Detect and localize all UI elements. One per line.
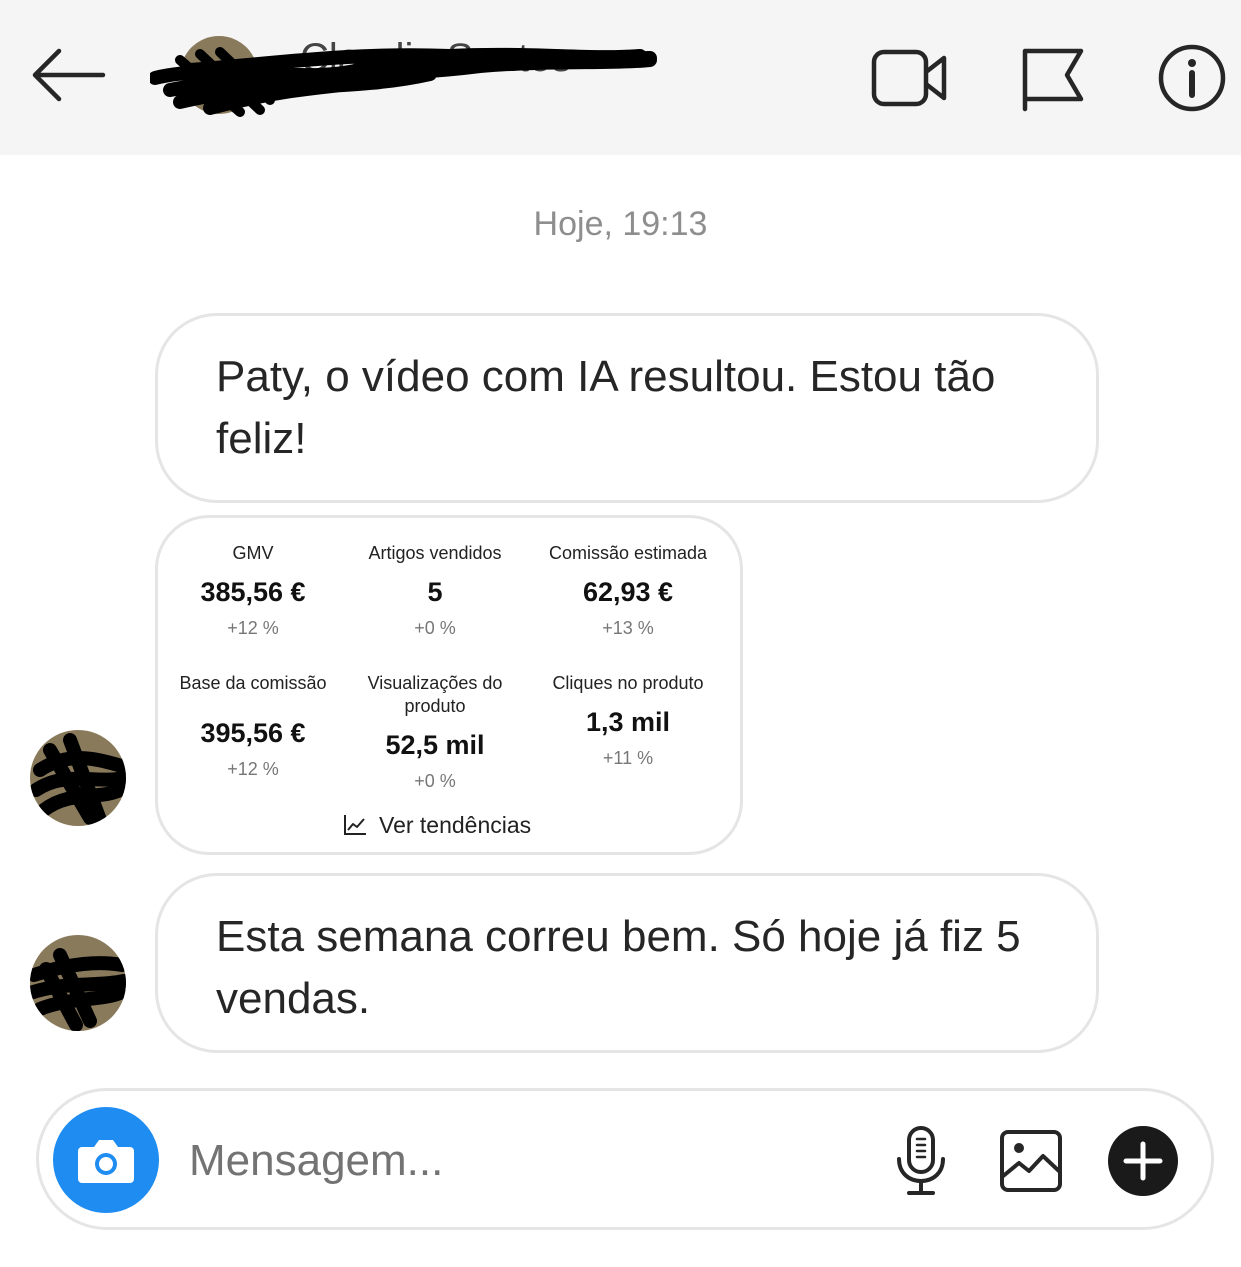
message-input[interactable]: [189, 1127, 849, 1195]
message-text: Paty, o vídeo com IA resultou. Estou tão…: [216, 352, 996, 463]
report-flag-button[interactable]: [1010, 38, 1090, 118]
contact-name: Claudia Santos: [300, 36, 572, 80]
camera-button[interactable]: [53, 1107, 159, 1213]
stat-label: GMV: [232, 543, 274, 563]
info-button[interactable]: [1152, 38, 1232, 118]
view-trends-label: Ver tendências: [379, 811, 532, 838]
message-composer: [36, 1088, 1214, 1230]
stat-commission-base: Base da comissão 395,56 € +12 %: [156, 672, 350, 780]
stat-value: 395,56 €: [200, 718, 306, 748]
back-button[interactable]: [22, 40, 112, 110]
stat-product-clicks: Cliques no produto 1,3 mil +11 %: [528, 672, 728, 769]
message-text: Esta semana correu bem. Só hoje já fiz 5…: [216, 912, 1021, 1023]
video-call-icon: [871, 49, 947, 107]
message-bubble[interactable]: Paty, o vídeo com IA resultou. Estou tão…: [155, 313, 1099, 503]
stat-delta: +12 %: [227, 759, 279, 779]
stat-delta: +12 %: [227, 618, 279, 638]
stat-product-views: Visualizações do produto 52,5 mil +0 %: [340, 672, 530, 792]
back-arrow-icon: [32, 48, 106, 102]
stat-delta: +11 %: [602, 748, 654, 768]
microphone-icon: [897, 1126, 945, 1195]
stat-value: 5: [427, 577, 443, 607]
contact-avatar: [180, 36, 258, 114]
stat-label: Visualizações do produto: [367, 673, 503, 716]
camera-icon: [78, 1140, 134, 1183]
stat-label: Artigos vendidos: [368, 543, 502, 563]
stat-label: Comissão estimada: [548, 543, 708, 563]
redaction-scribble: [30, 948, 126, 1031]
video-call-button[interactable]: [870, 38, 950, 118]
chat-header: Claudia Santos: [0, 0, 1241, 155]
gallery-button[interactable]: [991, 1121, 1071, 1201]
trend-chart-icon: [344, 815, 366, 835]
sender-avatar[interactable]: [30, 730, 126, 826]
stat-value: 1,3 mil: [585, 707, 671, 737]
message-bubble[interactable]: Esta semana correu bem. Só hoje já fiz 5…: [155, 873, 1099, 1053]
image-icon: [1000, 1130, 1062, 1192]
stat-delta: +13 %: [602, 618, 654, 638]
stat-delta: +0 %: [414, 618, 456, 638]
stat-label: Base da comissão: [179, 673, 327, 693]
stats-card-message[interactable]: GMV 385,56 € +12 % Artigos vendidos 5 +0…: [155, 515, 743, 855]
stat-value: 52,5 mil: [385, 730, 485, 760]
view-trends-link[interactable]: Ver tendências: [343, 810, 531, 840]
info-icon: [1158, 44, 1226, 112]
more-options-button[interactable]: [1103, 1121, 1183, 1201]
stat-estimated-commission: Comissão estimada 62,93 € +13 %: [528, 542, 728, 639]
stat-value: 62,93 €: [582, 577, 674, 607]
stat-delta: +0 %: [414, 771, 456, 791]
message-timestamp: Hoje, 19:13: [533, 205, 708, 243]
stat-value: 385,56 €: [200, 577, 306, 607]
voice-message-button[interactable]: [881, 1121, 961, 1201]
sender-avatar[interactable]: [30, 935, 126, 1031]
stat-label: Cliques no produto: [552, 673, 704, 693]
plus-icon: [1108, 1126, 1178, 1196]
redaction-scribble: [30, 733, 126, 826]
stat-gmv: GMV 385,56 € +12 %: [158, 542, 348, 639]
flag-icon: [1022, 48, 1084, 112]
contact-header[interactable]: Claudia Santos: [150, 30, 670, 120]
stat-items-sold: Artigos vendidos 5 +0 %: [340, 542, 530, 639]
